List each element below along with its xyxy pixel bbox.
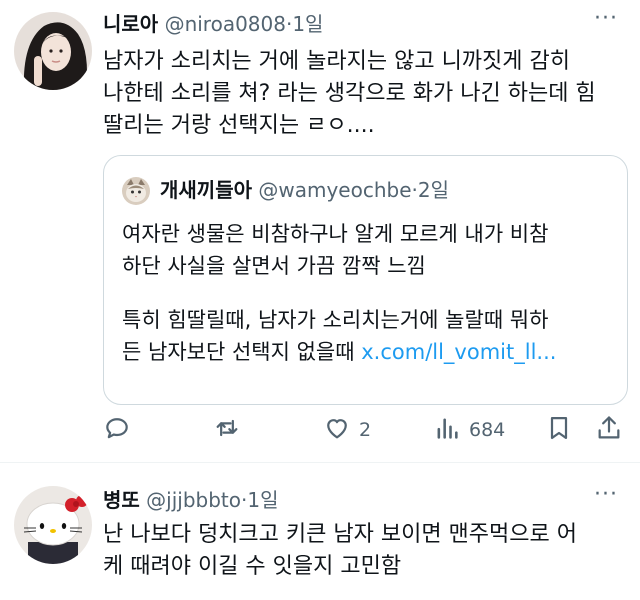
reply-icon (103, 414, 131, 447)
like-button[interactable]: 2 (323, 414, 371, 446)
quoted-text-line: 특히 힘딸릴때, 남자가 소리치는거에 놀랄때 뭐하 (122, 308, 549, 332)
author-handle[interactable]: @jjjbbbto (146, 488, 241, 512)
timestamp[interactable]: 1일 (247, 488, 278, 512)
quoted-link[interactable]: x.com/ll_vomit_ll... (361, 340, 556, 364)
more-icon[interactable]: ··· (594, 482, 618, 507)
like-icon (323, 414, 351, 447)
author-handle[interactable]: @niroa0808 (165, 12, 286, 36)
tweet-text-line: 남자가 소리치는 거에 놀라지는 않고 니까짓게 감히 (103, 49, 571, 74)
quoted-text-line: 하단 사실을 살면서 가끔 깜짝 느낌 (122, 254, 426, 278)
tweet-text-line: 딸리는 거랑 선택지는 ㄹㅇ.... (103, 113, 375, 138)
reply-button[interactable] (103, 414, 131, 446)
quoted-tweet[interactable]: 개새끼들아 @wamyeochbe·2일 여자란 생물은 비참하구나 알게 모르… (103, 155, 628, 405)
timestamp[interactable]: 1일 (292, 12, 323, 36)
tweet-text: 난 나보다 덩치크고 키큰 남자 보이면 맨주먹으로 어 케 때려야 이길 수 … (103, 519, 577, 583)
quoted-text-line-with-link: 든 남자보단 선택지 없을때 x.com/ll_vomit_ll... (122, 336, 556, 368)
like-count: 2 (359, 419, 372, 441)
share-button[interactable] (595, 414, 623, 446)
share-icon (595, 414, 623, 447)
author-name[interactable]: 니로아 (103, 12, 158, 36)
bookmark-icon (545, 414, 573, 447)
retweet-icon (213, 414, 241, 447)
tweet[interactable]: 병또 @jjjbbbto·1일 ··· 난 나보다 덩치크고 키큰 남자 보이면… (0, 470, 640, 600)
divider (0, 462, 640, 463)
tweet-text-line: 케 때려야 이길 수 잇을지 고민함 (103, 554, 402, 579)
more-icon[interactable]: ··· (594, 6, 618, 31)
author-name[interactable]: 병또 (103, 488, 140, 512)
quoted-author-handle[interactable]: @wamyeochbe (258, 178, 411, 202)
retweet-button[interactable] (213, 414, 241, 446)
quoted-avatar[interactable] (122, 177, 150, 205)
quoted-text-line: 여자란 생물은 비참하구나 알게 모르게 내가 비참 (122, 222, 549, 246)
quoted-text-line: 든 남자보단 선택지 없을때 (122, 340, 355, 364)
tweet-text-line: 나한테 소리를 쳐? 라는 생각으로 화가 나긴 하는데 힘 (103, 81, 596, 106)
quoted-timestamp[interactable]: 2일 (418, 178, 449, 202)
avatar[interactable] (14, 486, 92, 564)
views-icon (433, 414, 461, 447)
avatar[interactable] (14, 12, 92, 90)
quoted-header: 개새끼들아 @wamyeochbe·2일 (160, 175, 449, 205)
tweet-header: 니로아 @niroa0808·1일 (103, 10, 323, 38)
tweet-text-line: 난 나보다 덩치크고 키큰 남자 보이면 맨주먹으로 어 (103, 522, 577, 547)
tweet-text: 남자가 소리치는 거에 놀라지는 않고 니까짓게 감히 나한테 소리를 쳐? 라… (103, 46, 596, 142)
quoted-author-name[interactable]: 개새끼들아 (160, 178, 252, 202)
tweet-header: 병또 @jjjbbbto·1일 (103, 486, 279, 514)
action-bar: 2 684 (103, 414, 628, 446)
quoted-text: 여자란 생물은 비참하구나 알게 모르게 내가 비참 하단 사실을 살면서 가끔… (122, 218, 556, 368)
views-count: 684 (469, 419, 506, 441)
views-button[interactable]: 684 (433, 414, 505, 446)
tweet[interactable]: 니로아 @niroa0808·1일 ··· 남자가 소리치는 거에 놀라지는 않… (0, 0, 640, 462)
bookmark-button[interactable] (545, 414, 573, 446)
